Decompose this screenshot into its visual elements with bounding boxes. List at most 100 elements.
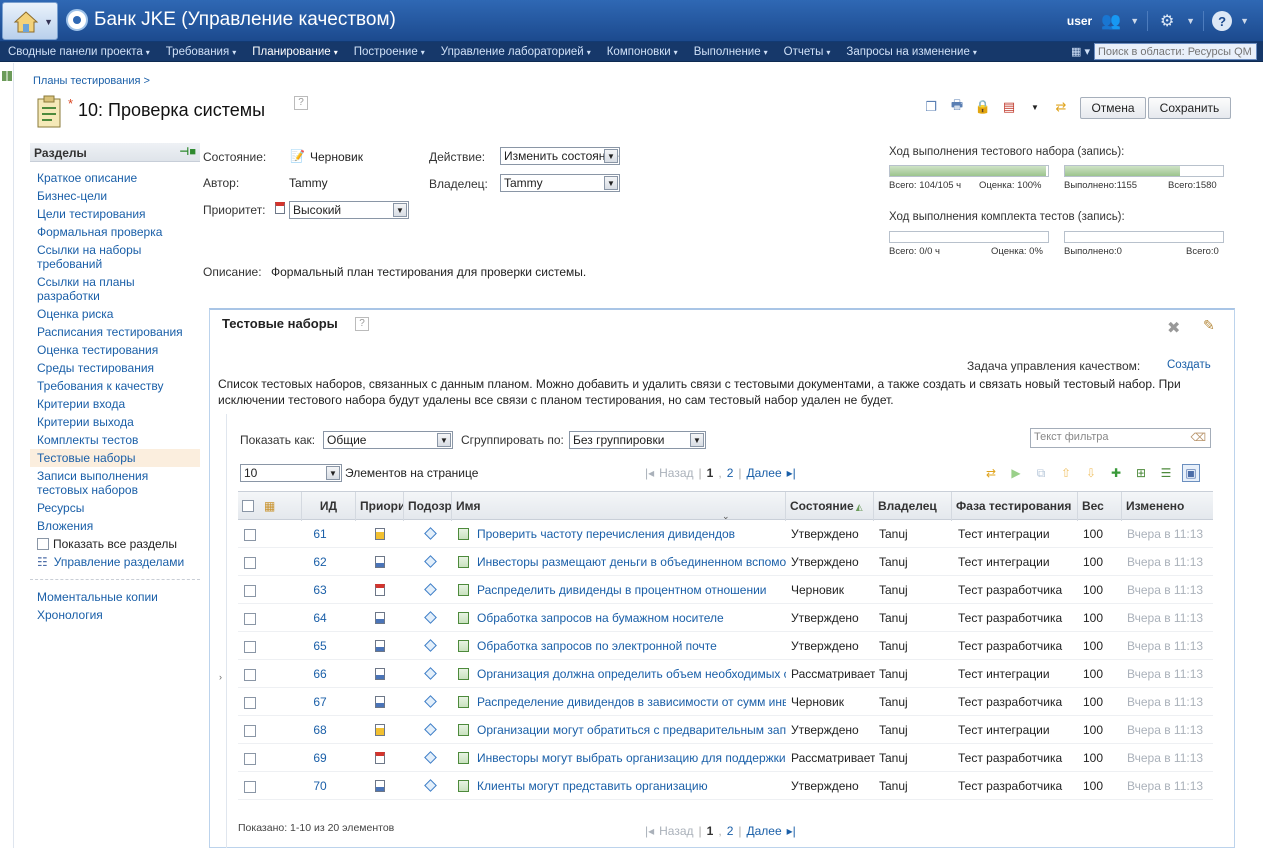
show-all-sections-checkbox[interactable]: Показать все разделы: [30, 535, 200, 553]
section-item[interactable]: Бизнес-цели: [30, 187, 200, 205]
help-icon[interactable]: ?: [294, 96, 308, 110]
row-checkbox[interactable]: [244, 557, 256, 569]
row-name[interactable]: Клиенты могут представить организацию: [458, 772, 786, 800]
table-row[interactable]: 61 Проверить частоту перечисления дивиден…: [238, 520, 1213, 548]
table-row[interactable]: 66 Организация должна определить объем не…: [238, 660, 1213, 688]
move-down-icon[interactable]: ⇩: [1082, 464, 1100, 482]
row-name[interactable]: Организация должна определить объем необ…: [458, 660, 786, 688]
row-id[interactable]: 64: [300, 604, 340, 632]
filter-input[interactable]: Текст фильтра ⌫: [1030, 428, 1211, 448]
column-picker-icon[interactable]: ▦: [260, 492, 302, 521]
section-item[interactable]: Ссылки на наборы требований: [30, 241, 200, 273]
nav-item[interactable]: Отчеты ▾: [776, 46, 839, 58]
row-checkbox[interactable]: [244, 641, 256, 653]
group-by-select[interactable]: Без группировки ▼: [569, 431, 706, 449]
section-extra-item[interactable]: Моментальные копии: [30, 588, 200, 606]
nav-item[interactable]: Требования ▾: [158, 46, 244, 58]
table-row[interactable]: 64 Обработка запросов на бумажном носител…: [238, 604, 1213, 632]
refresh-icon[interactable]: ⇄: [982, 464, 1000, 482]
mini-dashboard-icon[interactable]: [2, 71, 12, 81]
copy-icon[interactable]: ❐: [922, 98, 940, 116]
row-id[interactable]: 63: [300, 576, 340, 604]
row-id[interactable]: 70: [300, 772, 340, 800]
section-item[interactable]: Среды тестирования: [30, 359, 200, 377]
section-item[interactable]: Формальная проверка: [30, 223, 200, 241]
link-suite-icon[interactable]: ⧉: [1032, 464, 1050, 482]
table-row[interactable]: 65 Обработка запросов по электронной почт…: [238, 632, 1213, 660]
section-item[interactable]: Расписания тестирования: [30, 323, 200, 341]
row-id[interactable]: 62: [300, 548, 340, 576]
row-id[interactable]: 61: [300, 520, 340, 548]
column-state[interactable]: Состояние ◭: [786, 492, 874, 521]
checkbox[interactable]: [37, 538, 49, 550]
edit-icon[interactable]: ✎: [1203, 317, 1215, 334]
row-name[interactable]: Распределение дивидендов в зависимости о…: [458, 688, 786, 716]
row-checkbox[interactable]: [244, 781, 256, 793]
row-checkbox[interactable]: [244, 669, 256, 681]
column-name[interactable]: Имя: [452, 492, 786, 521]
section-extra-item[interactable]: Хронология: [30, 606, 200, 624]
nav-item[interactable]: Планирование ▾: [244, 46, 346, 58]
row-name[interactable]: Проверить частоту перечисления дивидендо…: [458, 520, 786, 548]
nav-item[interactable]: Управление лабораторией ▾: [433, 46, 599, 58]
first-page-icon[interactable]: |◂: [645, 824, 654, 838]
row-name[interactable]: Организации могут обратиться с предварит…: [458, 716, 786, 744]
chevron-down-icon[interactable]: ▼: [1186, 16, 1195, 26]
section-item[interactable]: Критерии входа: [30, 395, 200, 413]
section-item[interactable]: Цели тестирования: [30, 205, 200, 223]
row-name-text[interactable]: Организации могут обратиться с предварит…: [477, 723, 786, 737]
move-up-icon[interactable]: ⇧: [1057, 464, 1075, 482]
prev-page-link[interactable]: Назад: [659, 824, 693, 838]
nav-item[interactable]: Сводные панели проекта ▾: [0, 46, 158, 58]
row-name[interactable]: Инвесторы размещают деньги в объединенно…: [458, 548, 786, 576]
row-name-text[interactable]: Инвесторы могут выбрать организацию для …: [477, 751, 786, 765]
section-item[interactable]: Оценка риска: [30, 305, 200, 323]
home-button[interactable]: ▼: [2, 2, 58, 40]
users-icon[interactable]: 👥: [1100, 10, 1122, 32]
row-name-text[interactable]: Клиенты могут представить организацию: [477, 779, 708, 793]
row-name[interactable]: Инвесторы могут выбрать организацию для …: [458, 744, 786, 772]
row-id[interactable]: 66: [300, 660, 340, 688]
collapse-handle[interactable]: ›: [216, 414, 227, 848]
nav-item[interactable]: Запросы на изменение ▾: [838, 46, 984, 58]
help-icon[interactable]: ?: [355, 317, 369, 331]
column-id[interactable]: ИД: [302, 492, 356, 521]
add-existing-icon[interactable]: ⊞: [1132, 464, 1150, 482]
section-item[interactable]: Записи выполнения тестовых наборов: [30, 467, 200, 499]
column-modified[interactable]: Изменено: [1122, 492, 1213, 521]
nav-item[interactable]: Построение ▾: [346, 46, 433, 58]
row-name-text[interactable]: Обработка запросов на бумажном носителе: [477, 611, 724, 625]
row-id[interactable]: 69: [300, 744, 340, 772]
row-checkbox[interactable]: [244, 753, 256, 765]
section-item[interactable]: Тестовые наборы: [30, 449, 200, 467]
save-button[interactable]: Сохранить: [1148, 97, 1231, 119]
scope-tree-icon[interactable]: ▦ ▾: [1071, 45, 1090, 58]
row-id[interactable]: 65: [300, 632, 340, 660]
next-page-link[interactable]: Далее: [747, 824, 782, 838]
grid-settings-icon[interactable]: ▣: [1182, 464, 1200, 482]
section-item[interactable]: Критерии выхода: [30, 413, 200, 431]
row-id[interactable]: 67: [300, 688, 340, 716]
columns-icon[interactable]: ☰: [1157, 464, 1175, 482]
table-row[interactable]: 69 Инвесторы могут выбрать организацию дл…: [238, 744, 1213, 772]
select-all-checkbox[interactable]: [242, 500, 254, 512]
pin-icon[interactable]: ⊣■: [179, 145, 196, 158]
nav-item[interactable]: Выполнение ▾: [686, 46, 776, 58]
owner-select[interactable]: Tammy ▼: [500, 174, 620, 192]
row-name[interactable]: Обработка запросов на бумажном носителе: [458, 604, 786, 632]
gear-icon[interactable]: ⚙: [1156, 10, 1178, 32]
refresh-icon[interactable]: ⇄: [1052, 98, 1070, 116]
table-row[interactable]: 62 Инвесторы размещают деньги в объединен…: [238, 548, 1213, 576]
column-priority[interactable]: Приоритет: [356, 492, 404, 521]
section-item[interactable]: Комплекты тестов: [30, 431, 200, 449]
page-2-link[interactable]: 2: [727, 824, 734, 838]
pdf-icon[interactable]: ▤: [1000, 98, 1018, 116]
page-1-link[interactable]: 1: [707, 466, 714, 480]
last-page-icon[interactable]: ▸|: [787, 466, 796, 480]
table-row[interactable]: 68 Организации могут обратиться с предвар…: [238, 716, 1213, 744]
section-item[interactable]: Ссылки на планы разработки: [30, 273, 200, 305]
chevron-down-icon[interactable]: ▼: [1240, 16, 1249, 26]
clear-filter-icon[interactable]: ⌫: [1190, 431, 1206, 444]
row-name-text[interactable]: Организация должна определить объем необ…: [477, 667, 786, 681]
first-page-icon[interactable]: |◂: [645, 466, 654, 480]
